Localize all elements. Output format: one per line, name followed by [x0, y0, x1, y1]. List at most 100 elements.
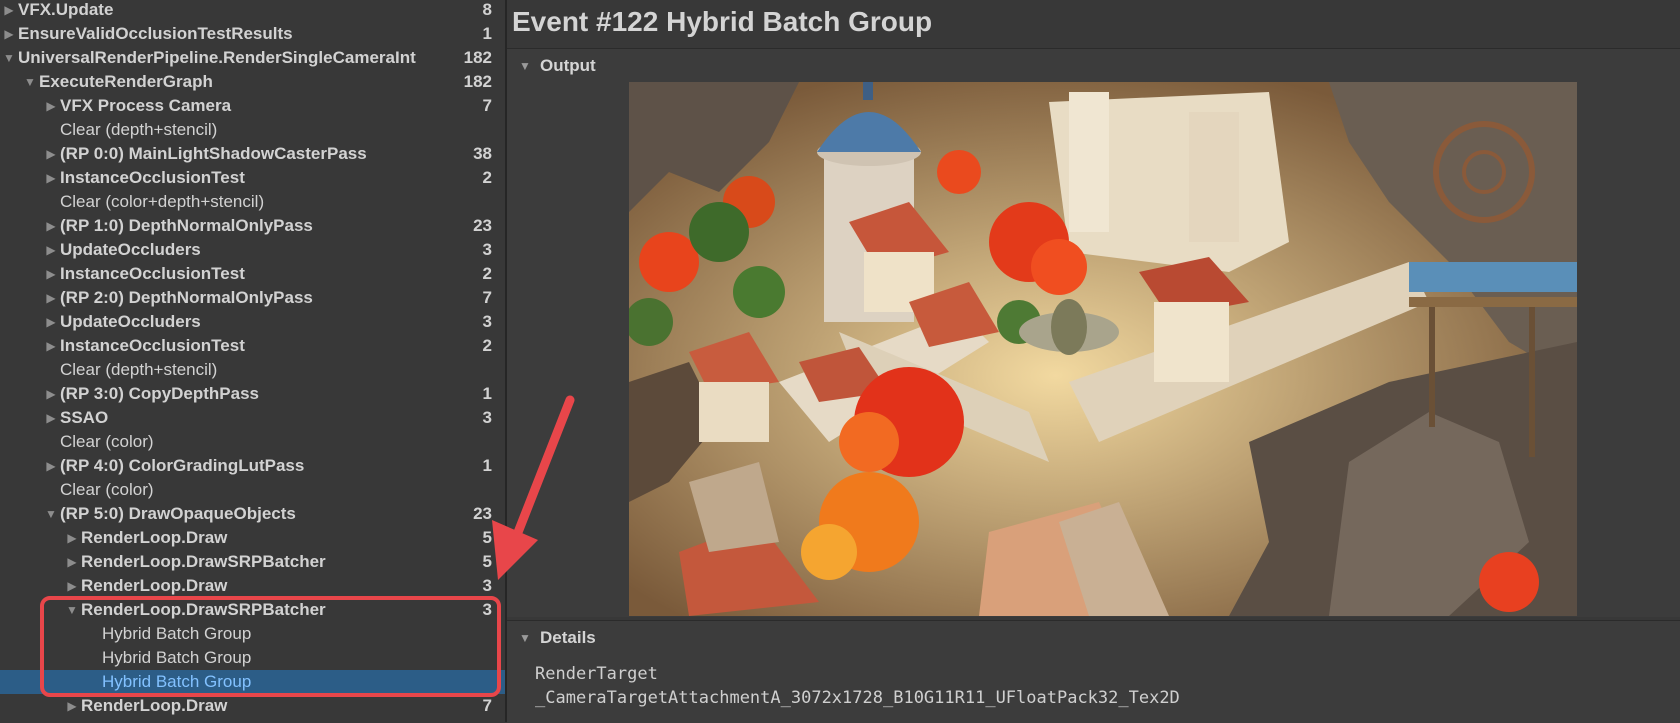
- chevron-right-icon[interactable]: ▶: [44, 142, 58, 166]
- tree-row[interactable]: ▶ RenderLoop.Draw 3: [0, 574, 505, 598]
- tree-row-label: UpdateOccluders: [60, 240, 201, 259]
- render-target-value: _CameraTargetAttachmentA_3072x1728_B10G1…: [535, 688, 1180, 708]
- chevron-right-icon[interactable]: ▶: [44, 454, 58, 478]
- chevron-right-icon[interactable]: ▶: [44, 406, 58, 430]
- tree-row-count: 38: [473, 144, 492, 163]
- tree-row[interactable]: ▼ ExecuteRenderGraph 182: [0, 70, 505, 94]
- tree-row[interactable]: ▶ VFX Process Camera 7: [0, 94, 505, 118]
- tree-row[interactable]: ▶ RenderLoop.Draw 7: [0, 694, 505, 718]
- tree-row-label: (RP 4:0) ColorGradingLutPass: [60, 456, 305, 475]
- tree-row-count: 2: [482, 264, 492, 283]
- tree-row[interactable]: ▼ UniversalRenderPipeline.RenderSingleCam…: [0, 46, 505, 70]
- tree-row[interactable]: Clear (depth+stencil): [0, 358, 505, 382]
- tree-row[interactable]: ▶ InstanceOcclusionTest 2: [0, 334, 505, 358]
- tree-row-label: Clear (color): [60, 432, 154, 451]
- chevron-right-icon[interactable]: ▶: [44, 334, 58, 358]
- tree-row-label: InstanceOcclusionTest: [60, 336, 245, 355]
- tree-row-count: 3: [482, 312, 492, 331]
- output-header[interactable]: ▼ Output: [507, 49, 1680, 83]
- tree-row-count: 7: [482, 696, 492, 715]
- tree-row-label: (RP 1:0) DepthNormalOnlyPass: [60, 216, 313, 235]
- chevron-right-icon[interactable]: ▶: [2, 0, 16, 22]
- rendered-scene: [629, 82, 1577, 616]
- tree-row[interactable]: ▶ (RP 4:0) ColorGradingLutPass 1: [0, 454, 505, 478]
- tree-row[interactable]: ▶ SSAO 3: [0, 406, 505, 430]
- tree-row-label: SSAO: [60, 408, 109, 427]
- chevron-right-icon[interactable]: ▶: [2, 22, 16, 46]
- chevron-right-icon[interactable]: ▶: [44, 238, 58, 262]
- tree-row-label: RenderLoop.Draw: [81, 696, 228, 715]
- tree-row-label: Clear (depth+stencil): [60, 360, 218, 379]
- tree-row-label: (RP 2:0) DepthNormalOnlyPass: [60, 288, 313, 307]
- tree-row-label: RenderLoop.DrawSRPBatcher: [81, 552, 326, 571]
- tree-row[interactable]: ▶ EnsureValidOcclusionTestResults 1: [0, 22, 505, 46]
- tree-row-label: RenderLoop.Draw: [81, 576, 228, 595]
- tree-row[interactable]: ▶ InstanceOcclusionTest 2: [0, 166, 505, 190]
- tree-row-count: 182: [463, 72, 492, 91]
- highlight-annotation-box: [40, 596, 501, 697]
- chevron-right-icon[interactable]: ▶: [65, 574, 79, 598]
- chevron-right-icon[interactable]: ▶: [44, 214, 58, 238]
- event-title: Event #122 Hybrid Batch Group: [512, 6, 933, 37]
- tree-row[interactable]: ▶ UpdateOccluders 3: [0, 310, 505, 334]
- annotation-arrow-icon: [492, 395, 575, 580]
- chevron-right-icon[interactable]: ▶: [44, 286, 58, 310]
- tree-row-count: 182: [463, 48, 492, 67]
- tree-row-label: (RP 5:0) DrawOpaqueObjects: [60, 504, 296, 523]
- tree-row-label: UpdateOccluders: [60, 312, 201, 331]
- tree-row-label: (RP 3:0) CopyDepthPass: [60, 384, 260, 403]
- tree-row[interactable]: Clear (depth+stencil): [0, 118, 505, 142]
- tree-row-count: 7: [482, 96, 492, 115]
- tree-row[interactable]: ▼ (RP 5:0) DrawOpaqueObjects 23: [0, 502, 505, 526]
- tree-row-count: 23: [473, 216, 492, 235]
- tree-row-label: Clear (color): [60, 480, 154, 499]
- tree-row[interactable]: ▶ UpdateOccluders 3: [0, 238, 505, 262]
- chevron-right-icon[interactable]: ▶: [65, 550, 79, 574]
- details-header-label: Details: [540, 628, 596, 647]
- details-header[interactable]: ▼ Details: [507, 621, 1680, 655]
- tree-row[interactable]: ▶ RenderLoop.Draw 5: [0, 526, 505, 550]
- chevron-right-icon[interactable]: ▶: [44, 262, 58, 286]
- tree-row-label: UniversalRenderPipeline.RenderSingleCame…: [18, 48, 416, 67]
- tree-row-label: EnsureValidOcclusionTestResults: [18, 24, 293, 43]
- tree-row-label: (RP 0:0) MainLightShadowCasterPass: [60, 144, 367, 163]
- tree-row-count: 1: [482, 24, 492, 43]
- tree-row-count: 3: [482, 240, 492, 259]
- output-header-label: Output: [540, 56, 596, 75]
- chevron-down-icon[interactable]: ▼: [519, 49, 531, 83]
- tree-row[interactable]: ▶ InstanceOcclusionTest 2: [0, 262, 505, 286]
- tree-row[interactable]: ▶ VFX.Update 8: [0, 0, 505, 22]
- chevron-right-icon[interactable]: ▶: [65, 526, 79, 550]
- tree-row[interactable]: ▶ (RP 3:0) CopyDepthPass 1: [0, 382, 505, 406]
- tree-row-count: 7: [482, 288, 492, 307]
- tree-row[interactable]: ▶ (RP 1:0) DepthNormalOnlyPass 23: [0, 214, 505, 238]
- chevron-down-icon[interactable]: ▼: [2, 46, 16, 70]
- chevron-right-icon[interactable]: ▶: [65, 694, 79, 718]
- chevron-right-icon[interactable]: ▶: [44, 94, 58, 118]
- output-section: ▼ Output: [507, 48, 1680, 617]
- tree-row[interactable]: ▶ (RP 0:0) MainLightShadowCasterPass 38: [0, 142, 505, 166]
- chevron-down-icon[interactable]: ▼: [23, 70, 37, 94]
- tree-row-label: Clear (depth+stencil): [60, 120, 218, 139]
- render-target-label: RenderTarget: [535, 664, 658, 684]
- tree-row[interactable]: Clear (color+depth+stencil): [0, 190, 505, 214]
- tree-row[interactable]: Clear (color): [0, 430, 505, 454]
- chevron-down-icon[interactable]: ▼: [44, 502, 58, 526]
- tree-row[interactable]: ▶ RenderLoop.DrawSRPBatcher 5: [0, 550, 505, 574]
- tree-row-label: InstanceOcclusionTest: [60, 168, 245, 187]
- chevron-right-icon[interactable]: ▶: [44, 310, 58, 334]
- tree-row-count: 2: [482, 336, 492, 355]
- chevron-right-icon[interactable]: ▶: [44, 382, 58, 406]
- tree-row-label: VFX.Update: [18, 0, 114, 19]
- tree-row-count: 2: [482, 168, 492, 187]
- tree-row[interactable]: Clear (color): [0, 478, 505, 502]
- render-output-image: [629, 82, 1577, 616]
- chevron-down-icon[interactable]: ▼: [519, 621, 531, 655]
- tree-row[interactable]: ▶ (RP 2:0) DepthNormalOnlyPass 7: [0, 286, 505, 310]
- tree-row-label: InstanceOcclusionTest: [60, 264, 245, 283]
- details-section: ▼ Details RenderTarget _CameraTargetAtta…: [507, 620, 1680, 723]
- tree-row-count: 8: [482, 0, 492, 19]
- tree-row-label: ExecuteRenderGraph: [39, 72, 213, 91]
- tree-row-label: Clear (color+depth+stencil): [60, 192, 265, 211]
- chevron-right-icon[interactable]: ▶: [44, 166, 58, 190]
